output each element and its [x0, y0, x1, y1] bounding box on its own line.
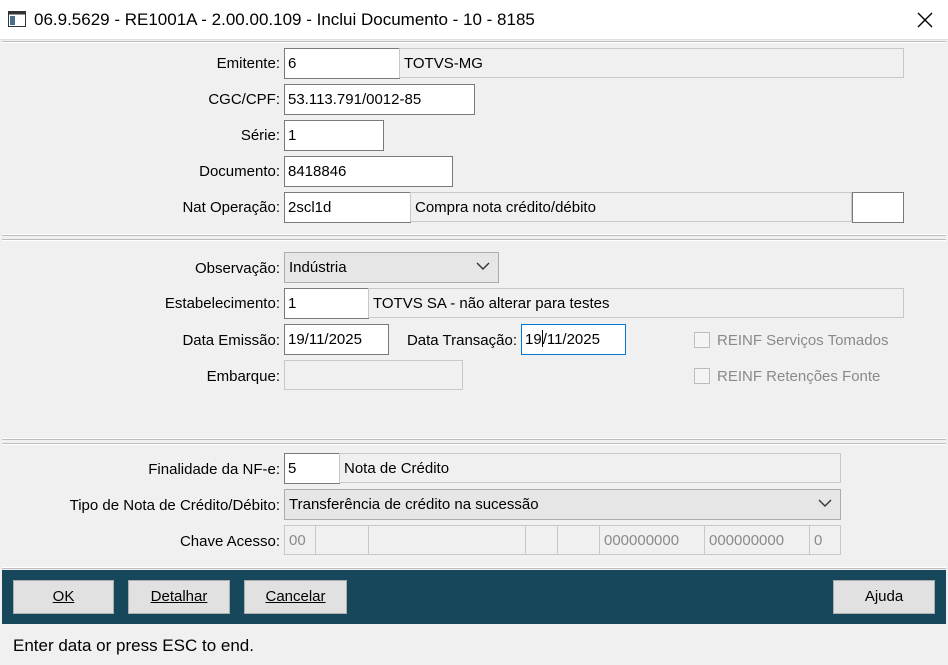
reinf-retencoes-checkbox[interactable]: REINF Retenções Fonte [694, 368, 904, 386]
chave-part-3 [368, 525, 526, 555]
status-message: Enter data or press ESC to end. [13, 636, 254, 655]
estabelecimento-desc-field: TOTVS SA - não alterar para testes [368, 288, 904, 318]
observacao-select[interactable]: Indústria [284, 252, 499, 283]
nat-operacao-label: Nat Operação: [182, 199, 280, 216]
chevron-down-icon [476, 262, 490, 270]
title-bar: 06.9.5629 - RE1001A - 2.00.00.109 - Incl… [0, 0, 948, 40]
tipo-nota-label: Tipo de Nota de Crédito/Débito: [69, 497, 280, 514]
nat-operacao-extra-field[interactable] [852, 192, 904, 223]
finalidade-desc-field: Nota de Crédito [339, 453, 841, 483]
documento-field[interactable]: 8418846 [284, 156, 453, 187]
tipo-nota-value: Transferência de crédito na sucessão [289, 496, 539, 513]
chave-part-7: 000000000 [704, 525, 810, 555]
close-button[interactable] [902, 0, 948, 40]
close-icon [917, 12, 933, 28]
checkbox-box [694, 332, 710, 348]
chevron-down-icon [818, 499, 832, 507]
tipo-nota-select[interactable]: Transferência de crédito na sucessão [284, 489, 841, 520]
emitente-code-field[interactable]: 6 [284, 48, 400, 79]
observacao-label: Observação: [194, 260, 280, 277]
finalidade-label: Finalidade da NF-e: [148, 461, 280, 478]
embarque-field [284, 360, 463, 390]
chave-part-2 [315, 525, 369, 555]
cgc-label: CGC/CPF: [208, 91, 280, 108]
chave-part-6: 000000000 [599, 525, 705, 555]
reinf-retencoes-label: REINF Retenções Fonte [717, 368, 881, 385]
chave-part-5 [557, 525, 600, 555]
button-bar: OK Detalhar Cancelar Ajuda [2, 570, 946, 624]
documento-label: Documento: [199, 163, 280, 180]
app-window-icon [8, 11, 26, 27]
data-transacao-field[interactable]: 19/11/2025 [521, 324, 626, 355]
window-title: 06.9.5629 - RE1001A - 2.00.00.109 - Incl… [34, 10, 535, 29]
chave-acesso-label: Chave Acesso: [179, 533, 280, 550]
data-transacao-label: Data Transação: [406, 332, 517, 349]
estabelecimento-code-field[interactable]: 1 [284, 288, 369, 319]
cgc-field[interactable]: 53.113.791/0012-85 [284, 84, 475, 115]
ajuda-button[interactable]: Ajuda [833, 580, 935, 614]
reinf-servicos-label: REINF Serviços Tomados [717, 332, 889, 349]
emitente-label: Emitente: [216, 55, 280, 72]
data-transacao-day: 19 [525, 331, 542, 348]
detalhar-button[interactable]: Detalhar [128, 580, 230, 614]
nat-operacao-code-field[interactable]: 2scl1d [284, 192, 411, 223]
nat-operacao-desc-field: Compra nota crédito/débito [410, 192, 852, 222]
serie-label: Série: [240, 127, 280, 144]
chave-part-8: 0 [809, 525, 841, 555]
cancelar-button[interactable]: Cancelar [244, 580, 347, 614]
emitente-name-field: TOTVS-MG [399, 48, 904, 78]
chave-part-4 [525, 525, 558, 555]
estabelecimento-label: Estabelecimento: [164, 295, 280, 312]
ok-button[interactable]: OK [13, 580, 114, 614]
observacao-value: Indústria [289, 259, 347, 276]
embarque-label: Embarque: [206, 368, 280, 385]
finalidade-code-field[interactable]: 5 [284, 453, 340, 484]
data-emissao-label: Data Emissão: [182, 332, 280, 349]
data-transacao-rest: /11/2025 [542, 331, 600, 348]
reinf-servicos-checkbox[interactable]: REINF Serviços Tomados [694, 332, 904, 350]
data-emissao-field[interactable]: 19/11/2025 [284, 324, 389, 355]
checkbox-box [694, 368, 710, 384]
chave-part-1: 00 [284, 525, 316, 555]
serie-field[interactable]: 1 [284, 120, 384, 151]
